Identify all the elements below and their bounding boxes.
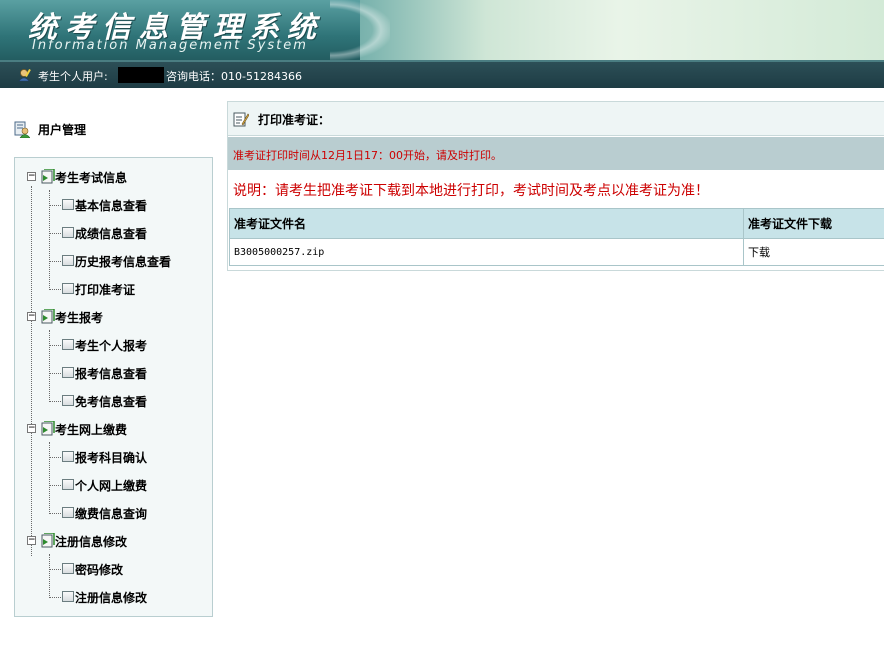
- tree-connector: [49, 597, 61, 598]
- nav-tree: − 考生考试信息 基本信息查看 成绩信息查看 历史报考信息查看 打印准考证 − …: [14, 157, 213, 617]
- panel-header: 打印准考证：: [228, 102, 884, 136]
- user-pen-icon: [18, 69, 31, 82]
- collapse-toggle-icon[interactable]: −: [27, 536, 36, 545]
- sidebar-title-label: 用户管理: [38, 123, 87, 137]
- collapse-toggle-icon[interactable]: −: [27, 424, 36, 433]
- tree-item-label: 缴费信息查询: [75, 507, 148, 521]
- document-icon: [62, 591, 74, 602]
- app-title-en: Information Management System: [32, 38, 308, 53]
- document-icon: [62, 479, 74, 490]
- tree-group-label: 考生报考: [55, 311, 104, 325]
- folder-doc-icon: [41, 169, 55, 184]
- collapse-toggle-icon[interactable]: −: [27, 172, 36, 181]
- consult-phone: 咨询电话：010-51284366: [166, 70, 302, 83]
- document-icon: [62, 339, 74, 350]
- column-header-filename: 准考证文件名: [229, 208, 744, 239]
- tree-connector: [49, 345, 61, 346]
- tree-item-label: 报考科目确认: [75, 451, 148, 465]
- tree-item-label: 个人网上缴费: [75, 479, 148, 493]
- document-icon: [62, 199, 74, 210]
- collapse-toggle-icon[interactable]: −: [27, 312, 36, 321]
- tree-connector: [49, 330, 50, 402]
- document-icon: [62, 451, 74, 462]
- tree-item-label: 密码修改: [75, 563, 124, 577]
- main-panel: 打印准考证： 准考证打印时间从12月1日17：00开始，请及时打印。 说明：请考…: [227, 101, 884, 271]
- tree-item-label: 考生个人报考: [75, 339, 148, 353]
- tree-item-label: 注册信息修改: [75, 591, 148, 605]
- page-title: 打印准考证：: [258, 113, 331, 127]
- instruction-text: 说明：请考生把准考证下载到本地进行打印，考试时间及考点以准考证为准！: [233, 183, 709, 199]
- header-decoration: [330, 0, 390, 60]
- tree-connector: [49, 373, 61, 374]
- tree-group-label: 考生网上缴费: [55, 423, 128, 437]
- tree-group-label: 考生考试信息: [55, 171, 128, 185]
- tree-connector: [49, 205, 61, 206]
- document-icon: [62, 227, 74, 238]
- table-row: B3005000257.zip 下载: [229, 238, 884, 266]
- tree-connector: [49, 261, 61, 262]
- document-icon: [62, 395, 74, 406]
- folder-doc-icon: [41, 421, 55, 436]
- table-header-row: 准考证文件名 准考证文件下载: [229, 208, 884, 239]
- user-management-icon: [14, 121, 30, 138]
- tree-item-label: 历史报考信息查看: [75, 255, 172, 269]
- tree-item-label: 成绩信息查看: [75, 227, 148, 241]
- tree-item-label: 报考信息查看: [75, 367, 148, 381]
- tree-item-label: 打印准考证: [75, 283, 136, 297]
- tree-connector: [49, 457, 61, 458]
- document-icon: [62, 283, 74, 294]
- tree-connector: [49, 513, 61, 514]
- notice-text: 准考证打印时间从12月1日17：00开始，请及时打印。: [233, 149, 502, 162]
- notepad-pen-icon: [233, 112, 249, 127]
- document-icon: [62, 255, 74, 266]
- tree-connector: [49, 442, 50, 514]
- tree-connector: [49, 401, 61, 402]
- document-icon: [62, 367, 74, 378]
- tree-item-label: 免考信息查看: [75, 395, 148, 409]
- tree-connector: [49, 569, 61, 570]
- user-bar: 考生个人用户: 咨询电话：010-51284366: [0, 60, 884, 88]
- tree-connector: [49, 233, 61, 234]
- username-redacted: [118, 67, 164, 83]
- folder-doc-icon: [41, 533, 55, 548]
- tree-connector: [49, 289, 61, 290]
- folder-doc-icon: [41, 309, 55, 324]
- tree-connector: [49, 485, 61, 486]
- app-header: 统考信息管理系统 Information Management System: [0, 0, 884, 60]
- document-icon: [62, 563, 74, 574]
- tree-group-label: 注册信息修改: [55, 535, 128, 549]
- print-time-notice: 准考证打印时间从12月1日17：00开始，请及时打印。: [228, 137, 884, 170]
- user-label: 考生个人用户:: [38, 70, 108, 83]
- document-icon: [62, 507, 74, 518]
- ticket-filename: B3005000257.zip: [229, 238, 744, 266]
- tree-connector: [31, 186, 32, 556]
- tree-connector: [49, 554, 50, 598]
- column-header-download: 准考证文件下载: [743, 208, 884, 239]
- tree-item-label: 基本信息查看: [75, 199, 148, 213]
- download-link[interactable]: 下载: [743, 238, 884, 266]
- ticket-file-table: 准考证文件名 准考证文件下载 B3005000257.zip 下载: [229, 208, 884, 266]
